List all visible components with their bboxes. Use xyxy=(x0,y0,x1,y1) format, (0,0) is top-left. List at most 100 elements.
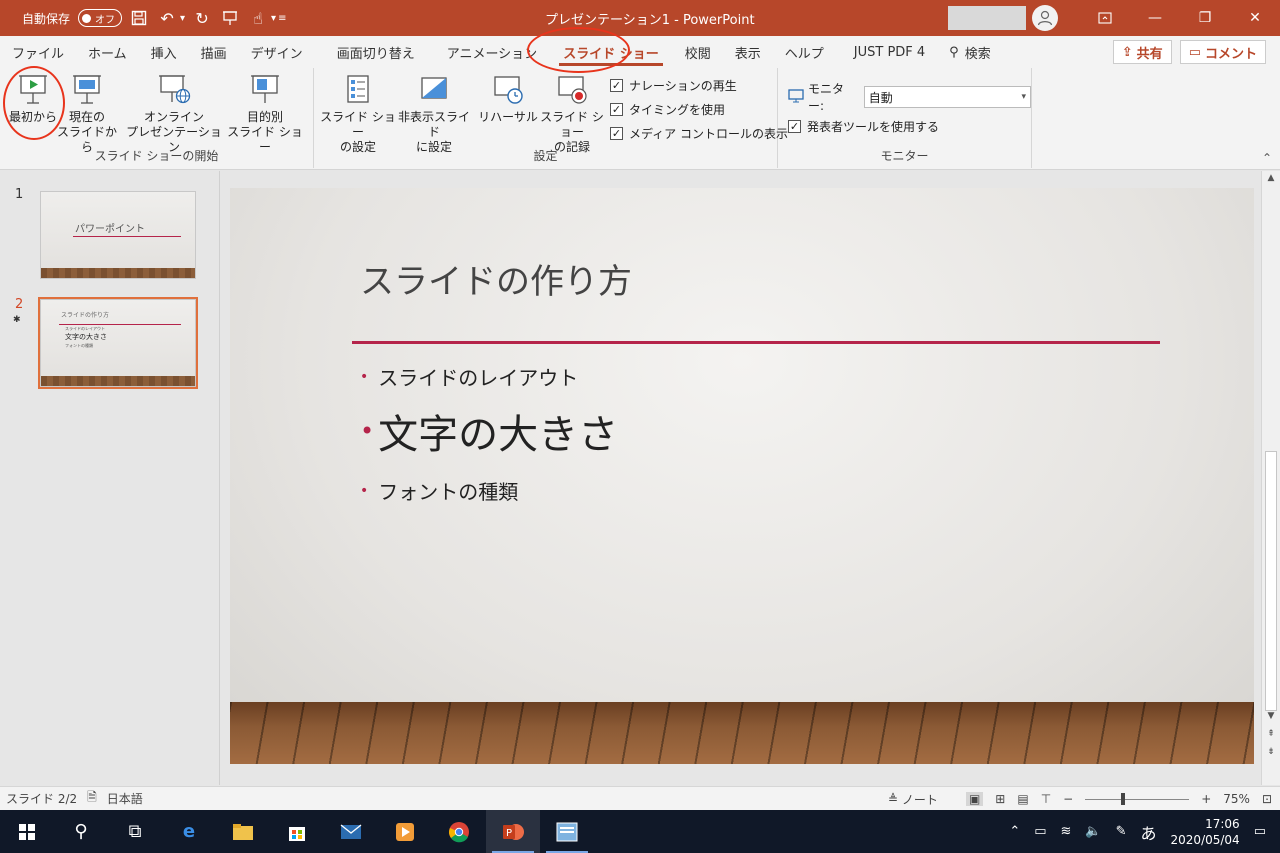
file-explorer-icon[interactable] xyxy=(216,810,270,853)
timing-checkbox[interactable]: ✓ タイミングを使用 xyxy=(610,101,725,118)
bullet-text: スライドのレイアウト xyxy=(378,366,579,390)
edge-icon[interactable]: e xyxy=(162,810,216,853)
normal-view-icon[interactable]: ▣ xyxy=(965,792,984,806)
scroll-down-icon[interactable]: ▼ xyxy=(1265,711,1277,721)
tab-just-pdf[interactable]: JUST PDF 4 xyxy=(836,36,937,68)
hide-slide-button[interactable]: 非表示スライド に設定 xyxy=(394,72,474,155)
zoom-out-icon[interactable]: − xyxy=(1063,792,1073,806)
pen-icon[interactable]: ✎ xyxy=(1116,824,1127,839)
slide-canvas[interactable]: スライドの作り方 • スライドのレイアウト • 文字の大きさ • フォントの種類 xyxy=(230,188,1254,764)
powerpoint-icon[interactable]: P xyxy=(486,810,540,853)
close-icon[interactable]: ✕ xyxy=(1230,0,1280,36)
tab-help[interactable]: ヘルプ xyxy=(773,36,836,68)
notes-icon: ≜ xyxy=(887,792,898,806)
from-current-button[interactable]: 現在の スライドから xyxy=(56,72,118,155)
ime-indicator[interactable]: あ xyxy=(1141,820,1157,844)
custom-slideshow-button[interactable]: 目的別 スライド ショー xyxy=(224,72,306,155)
rehearse-timings-button[interactable]: リハーサル xyxy=(478,72,538,125)
autosave-toggle[interactable]: オフ xyxy=(78,9,123,27)
slide-thumbnails-pane: 1 パワーポイント 2 ✱ スライドの作り方 スライドのレイアウト 文字の大きさ… xyxy=(0,171,220,785)
task-view-icon[interactable]: ⧉ xyxy=(108,810,162,853)
online-label-1: オンライン xyxy=(143,110,204,124)
chrome-icon[interactable] xyxy=(432,810,486,853)
battery-icon[interactable]: ▭ xyxy=(1034,824,1046,839)
undo-dropdown-icon[interactable]: ▾ xyxy=(180,13,185,24)
tab-file[interactable]: ファイル xyxy=(0,36,76,68)
ribbon-display-options-icon[interactable] xyxy=(1080,0,1130,36)
online-presentation-button[interactable]: オンライン プレゼンテーション xyxy=(122,72,226,155)
redo-icon[interactable]: ↻ xyxy=(191,7,213,29)
vertical-scrollbar[interactable]: ▲ ▼ ⇞ ⇟ xyxy=(1261,171,1280,785)
undo-icon[interactable]: ↶ xyxy=(156,7,178,29)
tab-slideshow[interactable]: スライド ショー xyxy=(549,36,673,68)
touch-mode-icon[interactable]: ☝ xyxy=(247,7,269,29)
search-tab[interactable]: ⚲ 検索 xyxy=(937,36,1003,68)
slide-workspace: スライドの作り方 • スライドのレイアウト • 文字の大きさ • フォントの種類 xyxy=(221,171,1261,785)
search-icon[interactable]: ⚲ xyxy=(54,810,108,853)
from-beginning-button[interactable]: 最初から xyxy=(6,72,60,125)
app-window-icon[interactable] xyxy=(540,810,594,853)
volume-icon[interactable]: 🔈 xyxy=(1085,824,1101,839)
zoom-level[interactable]: 75% xyxy=(1223,792,1250,806)
minimize-icon[interactable]: — xyxy=(1130,0,1180,36)
zoom-slider[interactable] xyxy=(1085,792,1190,805)
tab-transitions[interactable]: 画面切り替え xyxy=(315,36,427,68)
previous-slide-icon[interactable]: ⇞ xyxy=(1265,729,1277,739)
next-slide-icon[interactable]: ⇟ xyxy=(1265,747,1277,757)
tab-draw[interactable]: 描画 xyxy=(189,36,239,68)
slide-thumbnail-2[interactable]: スライドの作り方 スライドのレイアウト 文字の大きさ フォントの種類 xyxy=(38,297,198,389)
slide-title[interactable]: スライドの作り方 xyxy=(360,254,632,303)
zoom-in-icon[interactable]: + xyxy=(1201,792,1211,806)
timing-label: タイミングを使用 xyxy=(629,103,726,117)
notifications-icon[interactable]: ▭ xyxy=(1254,824,1266,839)
windows-start-icon[interactable] xyxy=(0,810,54,853)
wifi-icon[interactable]: ≋ xyxy=(1061,824,1072,839)
share-button[interactable]: ⇪ 共有 xyxy=(1112,40,1172,64)
notes-button[interactable]: ≜ ノート xyxy=(888,791,938,808)
tab-insert[interactable]: 挿入 xyxy=(139,36,189,68)
media-player-icon[interactable] xyxy=(378,810,432,853)
show-hidden-icons-icon[interactable]: ⌃ xyxy=(1009,824,1020,839)
group-label-setup: 設定 xyxy=(533,149,558,163)
media-controls-checkbox[interactable]: ✓ メディア コントロールの表示 xyxy=(610,125,788,142)
slideshow-view-icon[interactable]: ⊤ xyxy=(1041,792,1051,806)
record-slideshow-button[interactable]: スライド ショー の記録 xyxy=(536,72,608,155)
svg-text:P: P xyxy=(506,828,512,839)
tab-home[interactable]: ホーム xyxy=(76,36,139,68)
save-icon[interactable] xyxy=(128,7,150,29)
bullet-item[interactable]: • スライドのレイアウト xyxy=(360,362,578,391)
comments-button[interactable]: ▭ コメント xyxy=(1179,40,1266,64)
restore-icon[interactable]: ❐ xyxy=(1180,0,1230,36)
slide-sorter-icon[interactable]: ⊞ xyxy=(995,792,1005,806)
account-name-box[interactable] xyxy=(948,6,1026,30)
avatar[interactable] xyxy=(1032,5,1058,31)
slide-thumbnail-1[interactable]: パワーポイント xyxy=(40,191,196,279)
play-from-current-icon xyxy=(69,72,105,106)
tab-review[interactable]: 校閲 xyxy=(673,36,723,68)
setup-slideshow-button[interactable]: スライド ショー の設定 xyxy=(320,72,396,155)
tab-animations[interactable]: アニメーション xyxy=(427,36,549,68)
presenter-view-checkbox[interactable]: ✓ 発表者ツールを使用する xyxy=(788,118,939,135)
bullet-item[interactable]: • フォントの種類 xyxy=(360,476,518,505)
clock[interactable]: 17:06 2020/05/04 xyxy=(1171,816,1240,848)
windows-taskbar: ⚲ ⧉ e P ⌃ ▭ ≋ 🔈 ✎ あ 17:06 2020/05/04 ▭ xyxy=(0,810,1280,853)
language[interactable]: 日本語 xyxy=(107,790,143,807)
tab-view[interactable]: 表示 xyxy=(723,36,773,68)
scrollbar-thumb[interactable] xyxy=(1265,451,1277,711)
narration-checkbox[interactable]: ✓ ナレーションの再生 xyxy=(610,77,737,94)
tab-design[interactable]: デザイン xyxy=(239,36,315,68)
customize-qat-icon[interactable]: ≡ xyxy=(278,13,286,24)
touch-dropdown-icon[interactable]: ▾ xyxy=(271,13,276,24)
reading-view-icon[interactable]: ▤ xyxy=(1017,792,1028,806)
mail-icon[interactable] xyxy=(324,810,378,853)
store-icon[interactable] xyxy=(270,810,324,853)
spellcheck-icon[interactable]: 🗎 xyxy=(87,788,97,809)
collapse-ribbon-icon[interactable]: ⌃ xyxy=(1262,151,1272,165)
bullet-item[interactable]: • 文字の大きさ xyxy=(360,402,618,460)
start-from-beginning-qat-icon[interactable] xyxy=(219,7,241,29)
window-title: プレゼンテーション1 - PowerPoint xyxy=(545,13,755,28)
monitor-select[interactable]: 自動 ▾ xyxy=(863,86,1031,108)
fit-to-window-icon[interactable]: ⊡ xyxy=(1262,792,1272,806)
zoom-slider-knob[interactable] xyxy=(1121,792,1126,805)
scroll-up-icon[interactable]: ▲ xyxy=(1265,173,1277,183)
